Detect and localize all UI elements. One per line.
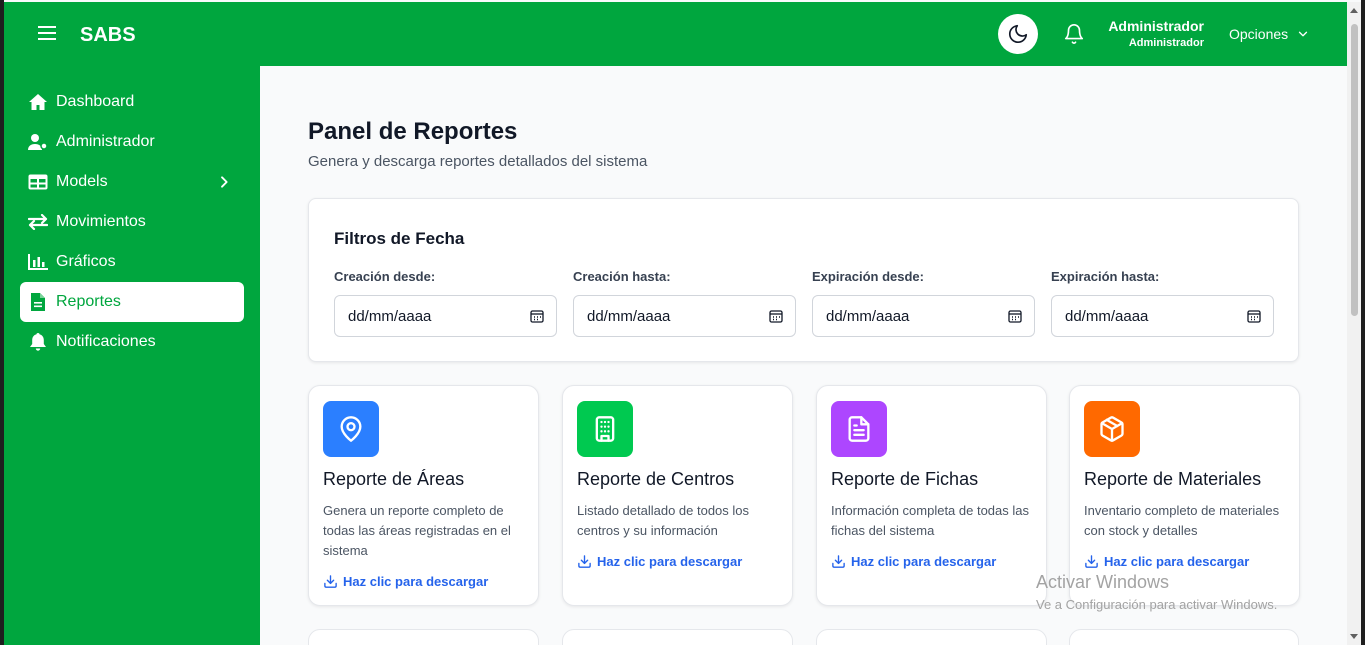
sidebar-item-label: Reportes	[56, 293, 121, 310]
sidebar-item-label: Notificaciones	[56, 333, 156, 350]
sidebar-item-label: Gráficos	[56, 253, 116, 270]
bell-icon	[1064, 24, 1084, 44]
map-pin-icon	[323, 401, 379, 457]
sidebar-item-notificaciones[interactable]: Notificaciones	[20, 322, 244, 362]
sidebar-item-models[interactable]: Models	[20, 162, 244, 202]
date-filters-panel: Filtros de Fecha Creación desde: dd/mm/a…	[308, 198, 1299, 362]
card-title: Reporte de Fichas	[831, 469, 979, 489]
download-link[interactable]: Haz clic para descargar	[1084, 554, 1249, 569]
page-scrollbar[interactable]	[1347, 2, 1361, 645]
report-card-partial[interactable]	[1069, 629, 1299, 645]
calendar-icon[interactable]	[1247, 309, 1261, 323]
download-label: Haz clic para descargar	[343, 574, 489, 589]
user-cog-icon	[28, 132, 48, 152]
sidebar: Dashboard Administrador Models Movimient…	[4, 66, 260, 645]
field-label: Creación hasta:	[573, 269, 671, 284]
chevron-down-icon	[1299, 31, 1308, 37]
report-card-partial[interactable]	[308, 629, 539, 645]
sidebar-item-administrador[interactable]: Administrador	[20, 122, 244, 162]
theme-toggle-button[interactable]	[998, 14, 1038, 54]
user-name: Administrador	[1108, 18, 1204, 34]
sidebar-item-label: Models	[56, 173, 108, 190]
scroll-up-icon[interactable]	[1350, 8, 1358, 13]
report-card-partial[interactable]	[816, 629, 1047, 645]
sidebar-item-dashboard[interactable]: Dashboard	[20, 82, 244, 122]
card-description: Inventario completo de materiales con st…	[1084, 503, 1280, 538]
building-icon	[577, 401, 633, 457]
user-info: Administrador Administrador	[1104, 18, 1204, 49]
download-label: Haz clic para descargar	[597, 554, 743, 569]
creation-from-input[interactable]: dd/mm/aaaa	[334, 295, 557, 337]
sidebar-item-label: Movimientos	[56, 213, 146, 230]
scroll-thumb[interactable]	[1351, 24, 1358, 316]
filters-title: Filtros de Fecha	[334, 229, 465, 248]
notifications-button[interactable]	[1063, 23, 1085, 45]
download-link[interactable]: Haz clic para descargar	[577, 554, 742, 569]
bar-chart-icon	[28, 252, 48, 272]
report-card-centros[interactable]: Reporte de Centros Listado detallado de …	[562, 385, 793, 606]
creation-to-input[interactable]: dd/mm/aaaa	[573, 295, 796, 337]
download-link[interactable]: Haz clic para descargar	[323, 574, 488, 589]
report-card-areas[interactable]: Reporte de Áreas Genera un reporte compl…	[308, 385, 539, 606]
field-label: Creación desde:	[334, 269, 436, 284]
options-label: Opciones	[1229, 26, 1289, 42]
filter-expiration-to: Expiración hasta: dd/mm/aaaa	[1051, 269, 1274, 337]
download-icon	[578, 555, 591, 568]
card-title: Reporte de Materiales	[1084, 469, 1262, 489]
download-icon	[832, 555, 845, 568]
card-description: Información completa de todas las fichas…	[831, 503, 1029, 538]
calendar-icon[interactable]	[1008, 309, 1022, 323]
card-title: Reporte de Centros	[577, 469, 735, 489]
download-label: Haz clic para descargar	[851, 554, 997, 569]
document-icon	[831, 401, 887, 457]
user-role: Administrador	[1128, 37, 1204, 49]
watermark-title: Activar Windows	[1036, 572, 1170, 592]
download-label: Haz clic para descargar	[1104, 554, 1250, 569]
card-description: Genera un reporte completo de todas las …	[323, 503, 511, 558]
filter-creation-to: Creación hasta: dd/mm/aaaa	[573, 269, 796, 337]
date-placeholder: dd/mm/aaaa	[826, 307, 910, 325]
app-brand[interactable]: SABS	[80, 24, 136, 47]
sidebar-item-label: Dashboard	[56, 93, 135, 110]
calendar-icon[interactable]	[769, 309, 783, 323]
file-icon	[28, 292, 48, 312]
expiration-from-input[interactable]: dd/mm/aaaa	[812, 295, 1035, 337]
options-dropdown[interactable]: Opciones	[1229, 26, 1310, 42]
report-card-fichas[interactable]: Reporte de Fichas Información completa d…	[816, 385, 1047, 606]
date-placeholder: dd/mm/aaaa	[1065, 307, 1149, 325]
download-link[interactable]: Haz clic para descargar	[831, 554, 996, 569]
bell-icon	[28, 332, 48, 352]
table-icon	[28, 172, 48, 192]
field-label: Expiración desde:	[812, 269, 924, 284]
page-title: Panel de Reportes	[308, 118, 518, 145]
expiration-to-input[interactable]: dd/mm/aaaa	[1051, 295, 1274, 337]
home-icon	[28, 92, 48, 112]
top-header: SABS Administrador Administrador Opcione…	[4, 2, 1347, 66]
report-card-partial[interactable]	[562, 629, 793, 645]
moon-icon	[1008, 24, 1028, 44]
download-icon	[324, 575, 337, 588]
menu-toggle-icon[interactable]	[38, 26, 58, 42]
sidebar-item-reportes[interactable]: Reportes	[20, 282, 244, 322]
field-label: Expiración hasta:	[1051, 269, 1160, 284]
calendar-icon[interactable]	[530, 309, 544, 323]
scroll-down-icon[interactable]	[1350, 634, 1358, 639]
sidebar-item-graficos[interactable]: Gráficos	[20, 242, 244, 282]
card-title: Reporte de Áreas	[323, 469, 465, 489]
arrows-icon	[28, 212, 48, 232]
watermark-subtitle: Ve a Configuración para activar Windows.	[1036, 597, 1278, 612]
download-icon	[1085, 555, 1098, 568]
sidebar-item-label: Administrador	[56, 133, 155, 150]
chevron-right-icon	[216, 174, 232, 195]
windows-activation-watermark: Activar Windows Ve a Configuración para …	[1036, 572, 1277, 612]
card-description: Listado detallado de todos los centros y…	[577, 503, 750, 538]
date-placeholder: dd/mm/aaaa	[348, 307, 432, 325]
sidebar-item-movimientos[interactable]: Movimientos	[20, 202, 244, 242]
page-subtitle: Genera y descarga reportes detallados de…	[308, 153, 648, 170]
package-icon	[1084, 401, 1140, 457]
filter-creation-from: Creación desde: dd/mm/aaaa	[334, 269, 557, 337]
date-placeholder: dd/mm/aaaa	[587, 307, 671, 325]
filter-expiration-from: Expiración desde: dd/mm/aaaa	[812, 269, 1035, 337]
